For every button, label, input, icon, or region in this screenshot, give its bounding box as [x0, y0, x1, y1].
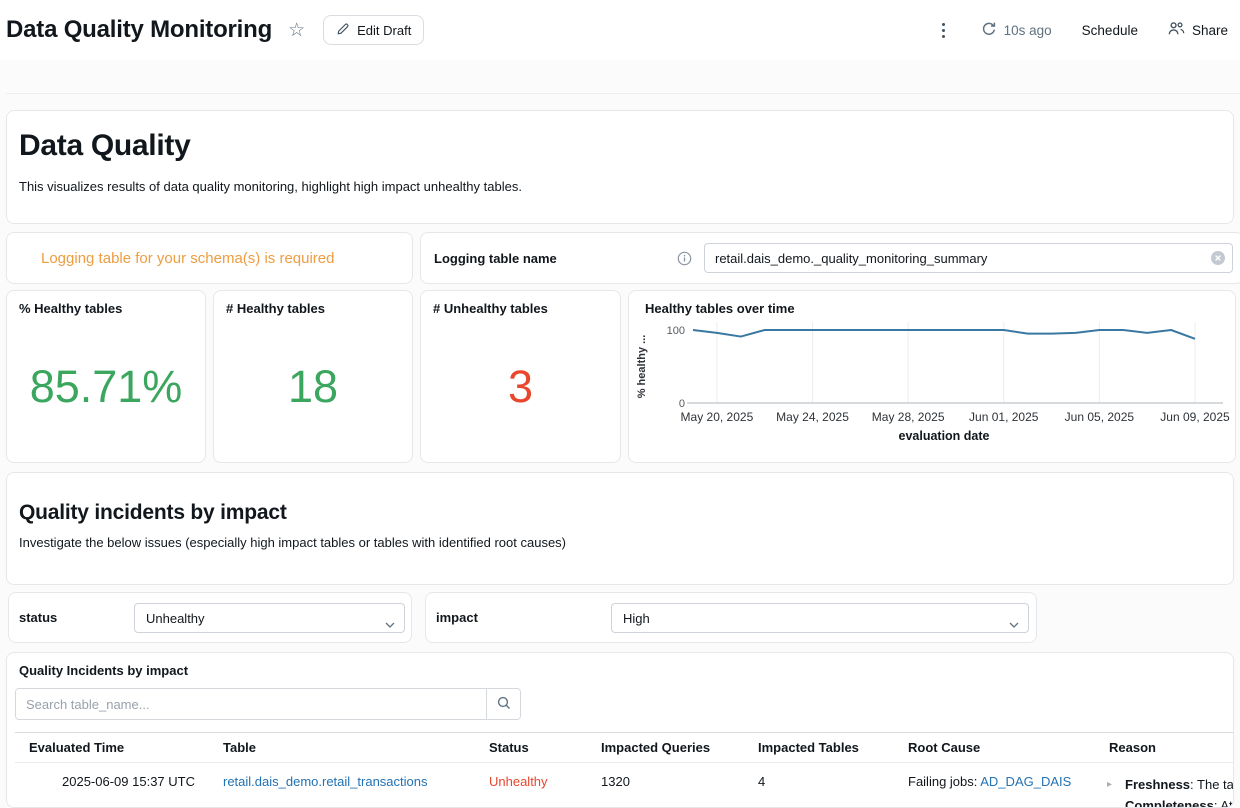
kpi-card-pct-healthy: % Healthy tables 85.71%: [6, 290, 206, 463]
refresh-icon: [981, 21, 997, 40]
dashboard-title: Data Quality Monitoring: [6, 16, 272, 44]
incidents-section-card: Quality incidents by impact Investigate …: [6, 472, 1234, 585]
app-header: Data Quality Monitoring ☆ Edit Draft 10s…: [0, 0, 1240, 60]
pencil-icon: [336, 22, 350, 39]
intro-card: Data Quality This visualizes results of …: [6, 110, 1234, 224]
status-filter-value: Unhealthy: [146, 611, 205, 626]
favorite-star-icon[interactable]: ☆: [284, 17, 309, 44]
schedule-button[interactable]: Schedule: [1082, 23, 1138, 38]
healthy-tables-line-chart[interactable]: 0 100 May 20, 2025 May 24, 2025 May 28, 2025…: [631, 318, 1231, 446]
svg-text:May 24, 2025: May 24, 2025: [776, 410, 849, 424]
svg-text:Jun 09, 2025: Jun 09, 2025: [1160, 410, 1230, 424]
root-cause-cell: Failing jobs: AD_DAG_DAIS: [894, 763, 1095, 808]
kpi-card-num-unhealthy: # Unhealthy tables 3: [420, 290, 621, 463]
impact-filter-value: High: [623, 611, 650, 626]
table-header-row: Evaluated Time Table Status Impacted Que…: [15, 732, 1234, 763]
kebab-menu-icon[interactable]: [936, 17, 951, 44]
refresh-status: 10s ago: [1004, 23, 1052, 38]
incidents-section-subtitle: Investigate the below issues (especially…: [19, 535, 1221, 550]
impact-filter-select[interactable]: High: [611, 603, 1029, 633]
status-cell: Unhealthy: [475, 763, 587, 808]
page-title: Data Quality: [19, 129, 1221, 163]
incidents-table-card: Quality Incidents by impact Evaluated Ti…: [6, 652, 1234, 808]
share-button[interactable]: Share: [1168, 21, 1228, 39]
header-actions: 10s ago Schedule Share: [936, 17, 1228, 44]
column-header[interactable]: Evaluated Time: [15, 733, 209, 762]
column-header[interactable]: Impacted Tables: [744, 733, 894, 762]
kpi-value: 18: [214, 312, 412, 462]
logging-warning-text: Logging table for your schema(s) is requ…: [41, 250, 334, 267]
refresh-button[interactable]: 10s ago: [981, 21, 1052, 40]
root-cause-text: Failing jobs:: [908, 774, 980, 789]
edit-draft-button[interactable]: Edit Draft: [323, 15, 424, 45]
table-search: [15, 688, 1225, 720]
svg-text:May 20, 2025: May 20, 2025: [681, 410, 754, 424]
chevron-down-icon: [1009, 616, 1019, 631]
logging-table-card: Logging table name: [420, 232, 1240, 284]
logging-table-input[interactable]: [704, 243, 1233, 273]
impacted-queries-cell: 1320: [587, 763, 744, 808]
incidents-table: Evaluated Time Table Status Impacted Que…: [15, 732, 1225, 808]
table-search-input[interactable]: [15, 688, 487, 720]
status-filter-select[interactable]: Unhealthy: [134, 603, 405, 633]
status-filter-card: status Unhealthy: [8, 592, 412, 643]
share-label: Share: [1192, 23, 1228, 38]
kpi-card-num-healthy: # Healthy tables 18: [213, 290, 413, 463]
svg-text:100: 100: [667, 325, 685, 337]
impact-filter-card: impact High: [425, 592, 1037, 643]
logging-field-label: Logging table name: [434, 251, 677, 266]
impact-filter-label: impact: [436, 610, 478, 625]
header-divider: [6, 93, 1240, 94]
column-header[interactable]: Impacted Queries: [587, 733, 744, 762]
root-cause-job-link[interactable]: AD_DAG_DAIS: [980, 774, 1071, 789]
share-people-icon: [1168, 21, 1185, 39]
svg-text:% healthy ...: % healthy ...: [636, 335, 648, 399]
kpi-value: 3: [421, 312, 620, 462]
reason-line: Freshness: The table: [1125, 774, 1234, 795]
svg-text:Jun 01, 2025: Jun 01, 2025: [969, 410, 1039, 424]
info-icon[interactable]: [677, 251, 692, 266]
svg-text:0: 0: [679, 398, 685, 410]
chevron-down-icon: [385, 616, 395, 631]
chart-title: Healthy tables over time: [629, 291, 1235, 316]
svg-text:May 28, 2025: May 28, 2025: [872, 410, 945, 424]
column-header[interactable]: Root Cause: [894, 733, 1095, 762]
svg-text:evaluation date: evaluation date: [899, 429, 990, 443]
evaluated-time-cell: 2025-06-09 15:37 UTC: [15, 763, 209, 808]
incidents-table-title: Quality Incidents by impact: [7, 653, 1233, 678]
dashboard-canvas: Data Quality Monitoring ☆ Edit Draft 10s…: [0, 0, 1240, 808]
expand-caret-icon[interactable]: ▸: [1107, 774, 1112, 795]
impacted-tables-cell: 4: [744, 763, 894, 808]
page-description: This visualizes results of data quality …: [19, 179, 1221, 194]
svg-text:Jun 05, 2025: Jun 05, 2025: [1065, 410, 1135, 424]
healthy-tables-chart-card: Healthy tables over time 0 100 May 20, 202…: [628, 290, 1236, 463]
reason-cell: ▸ Freshness: The table Completeness: At …: [1095, 763, 1234, 808]
clear-input-icon[interactable]: [1211, 251, 1225, 265]
status-filter-label: status: [19, 610, 57, 625]
table-row: 2025-06-09 15:37 UTC retail.dais_demo.re…: [15, 763, 1234, 808]
column-header[interactable]: Status: [475, 733, 587, 762]
edit-draft-label: Edit Draft: [357, 23, 411, 38]
search-button[interactable]: [487, 688, 521, 720]
incidents-section-title: Quality incidents by impact: [19, 501, 1221, 525]
column-header[interactable]: Table: [209, 733, 475, 762]
kpi-value: 85.71%: [7, 312, 205, 462]
logging-warning-card: Logging table for your schema(s) is requ…: [6, 232, 413, 284]
reason-line: Completeness: At le: [1125, 795, 1234, 808]
column-header[interactable]: Reason: [1095, 733, 1234, 762]
table-name-link[interactable]: retail.dais_demo.retail_transactions: [223, 774, 428, 789]
search-icon: [497, 696, 511, 713]
